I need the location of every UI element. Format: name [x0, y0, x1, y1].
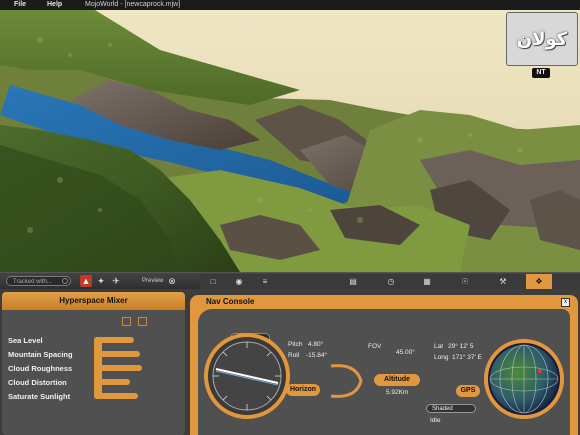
image-icon[interactable]: ▦	[414, 274, 440, 289]
long-label: Long	[434, 354, 449, 361]
hyperspace-mixer: Hyperspace Mixer Sea Level Mountain Spac…	[2, 292, 185, 435]
plane-icon[interactable]: ✈	[110, 275, 122, 287]
pitch-value: 4.80°	[308, 341, 324, 348]
mixer-label-saturate-sunlight: Saturate Sunlight	[8, 392, 71, 401]
globe-icon	[489, 344, 559, 414]
compass-tool-icon[interactable]: ❖	[526, 274, 552, 289]
nav-title: Nav Console	[206, 297, 255, 306]
roll-label: Roll	[288, 352, 300, 359]
mixer-connector	[94, 337, 102, 399]
logo-text: كولان	[516, 28, 568, 50]
mixer-label-mountain-spacing: Mountain Spacing	[8, 350, 73, 359]
shading-dropdown[interactable]: Shaded	[426, 404, 476, 413]
close-icon[interactable]: x	[561, 298, 570, 307]
mojoworld-window: File Help MojoWorld - [newcaprock.mjw] ك…	[0, 0, 580, 435]
mixer-title: Hyperspace Mixer	[2, 292, 185, 310]
altitude-button[interactable]: Altitude	[374, 374, 420, 386]
lat-label: Lat	[434, 343, 444, 350]
star-icon[interactable]: ✦	[95, 275, 107, 287]
gps-globe[interactable]	[484, 339, 564, 419]
walker-icon[interactable]: ▲	[80, 275, 92, 287]
menu-bar: File Help MojoWorld - [newcaprock.mjw]	[0, 0, 580, 10]
nav-console: Nav Console x ◄ · S Pitch	[190, 295, 578, 435]
mixer-label-cloud-distortion: Cloud Distortion	[8, 378, 67, 387]
mixer-minimize-icon[interactable]	[122, 317, 131, 326]
preview-label: Preview	[142, 278, 164, 284]
roll-value: -15.84°	[306, 352, 328, 359]
tools-icon[interactable]: ⚒	[490, 274, 516, 289]
toolbar: Tracked with... ▲ ✦ ✈ Preview ⊗ □ ◉ ≡ ▤ …	[0, 272, 580, 290]
terrain-render	[0, 10, 580, 272]
logo-sub-badge: NT	[532, 68, 550, 78]
network-icon[interactable]: ☉	[452, 274, 478, 289]
mixer-label-sea-level: Sea Level	[8, 336, 43, 345]
menu-help[interactable]: Help	[47, 0, 62, 10]
clock-icon[interactable]: ◷	[378, 274, 404, 289]
nav-console-body: ◄ · S Pitch 4.80° Roll -15.8	[198, 309, 570, 435]
panel-icon[interactable]: ▤	[340, 274, 366, 289]
3d-viewport[interactable]	[0, 10, 580, 272]
camera-icon[interactable]: ◉	[226, 274, 252, 289]
channel-logo: كولان	[506, 12, 578, 66]
settings-icon[interactable]: ≡	[252, 274, 278, 289]
long-value: 171° 37' E	[452, 354, 482, 361]
toolbar-right-group: □ ◉ ≡ ▤ ◷ ▦ ☉ ⚒ ❖	[200, 274, 580, 289]
mixer-label-cloud-roughness: Cloud Roughness	[8, 364, 73, 373]
crop-icon[interactable]: □	[200, 274, 226, 289]
search-input[interactable]: Tracked with...	[6, 276, 71, 286]
clear-icon[interactable]	[62, 278, 68, 284]
fov-value: 45.00°	[396, 349, 415, 356]
mixer-grid-icon[interactable]	[138, 317, 147, 326]
altitude-value: 5.92Km	[386, 389, 409, 396]
fov-label: FOV	[368, 343, 382, 350]
compass-icon	[212, 341, 282, 411]
pitch-label: Pitch	[288, 341, 303, 348]
horizon-gauge[interactable]	[204, 333, 290, 419]
lat-value: 29° 12' 5	[448, 343, 474, 350]
gps-button[interactable]: GPS	[456, 385, 480, 397]
status-text: Idle	[430, 417, 441, 424]
horizon-button[interactable]: Horizon	[286, 384, 320, 396]
window-title: MojoWorld - [newcaprock.mjw]	[85, 1, 181, 8]
preview-toggle-icon[interactable]: ⊗	[166, 275, 178, 287]
menu-file[interactable]: File	[14, 0, 26, 10]
